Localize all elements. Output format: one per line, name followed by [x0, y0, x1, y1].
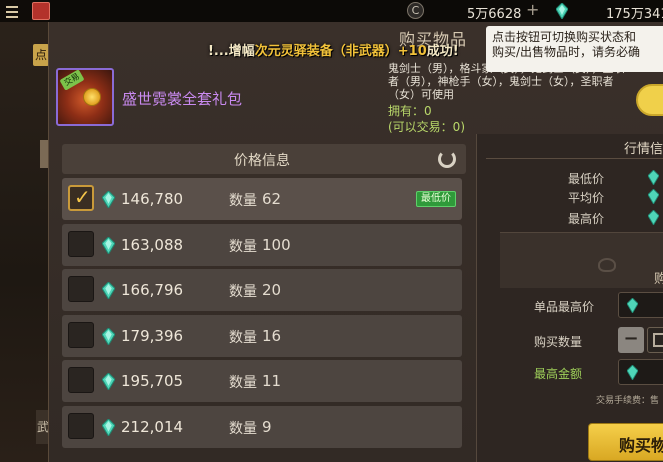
gem-icon	[648, 189, 659, 204]
gem-icon	[627, 365, 638, 380]
purchase-tab-label[interactable]: 购	[654, 268, 663, 287]
price-row[interactable]: ✓ 146,780 数量 62 最低价	[62, 178, 462, 220]
price-row[interactable]: 179,396 数量 16	[62, 314, 462, 357]
flower-icon	[83, 88, 101, 106]
price-row[interactable]: 166,796 数量 20	[62, 269, 462, 311]
price-row[interactable]: 195,705 数量 11	[62, 360, 462, 402]
owned-count: 拥有：0	[388, 104, 432, 118]
row-qty-label: 数量	[229, 375, 257, 391]
tooltip-line-1: 点击按钮可切换购买状态和	[492, 30, 637, 44]
background-scene: 点 武	[0, 0, 50, 462]
row-qty: 16	[262, 326, 282, 345]
row-qty-label: 数量	[229, 193, 257, 209]
price-list-title: 价格信息	[234, 153, 290, 169]
row-qty-label: 数量	[229, 284, 257, 300]
refresh-icon[interactable]	[438, 150, 456, 168]
row-qty-label: 数量	[229, 238, 257, 255]
row-qty: 20	[262, 281, 282, 299]
calculator-button[interactable]	[647, 327, 663, 353]
banner-item: 次元灵驿装备（非武器）+10	[254, 44, 427, 59]
lowest-price-badge: 最低价	[416, 191, 456, 207]
gem-icon	[102, 373, 115, 390]
price-row[interactable]: 163,088 数量 100	[62, 223, 462, 266]
transaction-fee-label: 交易手续费：售	[596, 396, 660, 406]
unit-max-price-field[interactable]	[618, 292, 663, 318]
buy-sell-toggle[interactable]	[636, 84, 663, 116]
row-price: 166,796	[121, 281, 184, 299]
row-checkbox[interactable]: ✓	[68, 185, 94, 211]
buy-button[interactable]: 购买物	[588, 423, 663, 461]
min-price-label: 最低价	[568, 172, 605, 186]
hint-tooltip: 点击按钮可切换购买状态和 购买/出售物品时，请务必确	[486, 26, 663, 72]
tradable-count: (可以交易：0)	[388, 120, 465, 134]
gem-icon	[102, 418, 115, 436]
gem-icon	[102, 236, 115, 254]
row-qty: 11	[262, 372, 282, 390]
trend-panel	[500, 232, 663, 288]
buy-button-label: 购买物	[619, 436, 663, 455]
side-tab-yellow[interactable]: 点	[33, 44, 49, 66]
price-list: ✓ 146,780 数量 62 最低价 163,088 数量 100 166,7…	[62, 178, 462, 451]
row-price: 146,780	[121, 190, 184, 208]
item-icon[interactable]: 交易	[56, 68, 114, 126]
row-checkbox[interactable]	[68, 367, 94, 393]
gem-icon	[648, 210, 659, 225]
checkmark-icon: ✓	[74, 185, 91, 209]
row-checkbox[interactable]	[68, 412, 94, 439]
row-qty: 9	[262, 417, 272, 436]
trade-badge: 交易	[59, 70, 85, 91]
decrease-qty-button[interactable]: −	[618, 327, 644, 353]
gem-icon	[627, 298, 638, 313]
price-row[interactable]: 212,014 数量 9	[62, 405, 462, 448]
add-gold-button[interactable]: +	[526, 0, 539, 19]
total-max-label: 最高金额	[534, 367, 583, 381]
menu-icon[interactable]	[4, 3, 20, 19]
row-checkbox[interactable]	[68, 276, 94, 302]
row-qty: 62	[262, 190, 282, 208]
gem-icon	[102, 191, 115, 208]
row-price: 163,088	[121, 235, 184, 254]
gem-icon	[102, 327, 115, 345]
divider	[486, 158, 663, 159]
gold-coin-icon: C	[407, 2, 424, 19]
row-price: 179,396	[121, 326, 184, 345]
item-name: 盛世霓裳全套礼包	[122, 90, 243, 108]
enhancement-announcement: !...增幅次元灵驿装备（非武器）+10成功!	[208, 40, 459, 60]
row-price: 212,014	[121, 417, 184, 436]
gift-icon[interactable]	[32, 2, 50, 20]
gem-icon	[556, 3, 568, 19]
top-currency-bar: C 5万6628 + 175万341	[0, 0, 663, 22]
price-list-header: 价格信息	[62, 144, 466, 174]
max-price-label: 最高价	[568, 212, 605, 226]
chart-icon	[598, 258, 616, 272]
purchase-qty-label: 购买数量	[534, 335, 583, 349]
banner-prefix: !...增幅	[208, 44, 255, 59]
gem-icon	[648, 170, 659, 185]
market-info-title: 行情信息	[624, 142, 663, 157]
row-qty-label: 数量	[229, 329, 257, 346]
tooltip-line-2: 购买/出售物品时，请务必确	[492, 45, 641, 59]
gem-amount: 175万341	[606, 7, 663, 22]
row-checkbox[interactable]	[68, 321, 94, 348]
gem-icon	[102, 282, 115, 299]
avg-price-label: 平均价	[568, 191, 605, 205]
banner-suffix: 成功!	[426, 44, 459, 59]
row-qty: 100	[262, 235, 291, 254]
total-max-field[interactable]	[618, 359, 663, 385]
unit-max-price-label: 单品最高价	[534, 300, 595, 314]
row-qty-label: 数量	[229, 420, 257, 437]
calculator-icon	[653, 333, 663, 347]
gold-amount: 5万6628	[467, 7, 522, 22]
row-price: 195,705	[121, 372, 184, 390]
row-checkbox[interactable]	[68, 230, 94, 257]
